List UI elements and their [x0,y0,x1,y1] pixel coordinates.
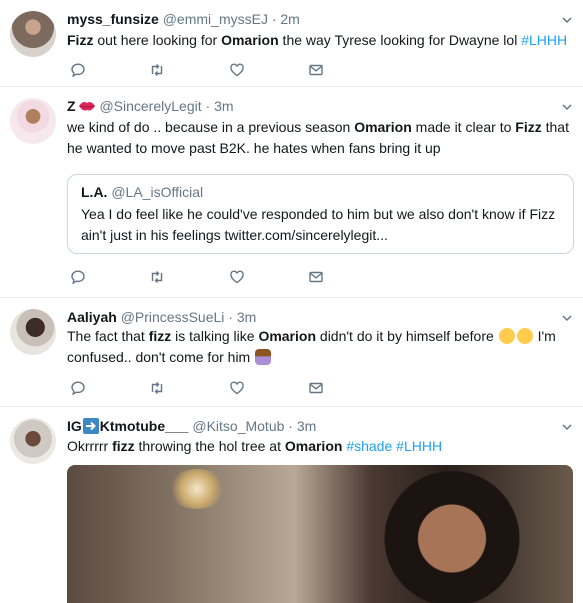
keyword: fizz [148,328,172,344]
hashtag-link[interactable]: #LHHH [521,32,567,48]
tweet[interactable]: IG Ktmotube___ @Kitso_Motub · 3m Okrrrrr … [0,407,583,603]
tweet-text: we kind of do .. because in a previous s… [67,119,569,156]
keyword: fizz [112,438,135,454]
quoted-tweet-header: L.A. @LA_isOfficial [81,184,203,200]
avatar[interactable] [10,418,56,464]
like-icon[interactable] [227,60,247,80]
tweet-header: Aaliyah @PrincessSueLi · 3m [67,308,256,326]
right-arrow-emoji-icon [82,418,99,434]
chevron-down-icon[interactable] [561,101,573,113]
quoted-tweet[interactable]: L.A. @LA_isOfficial Yea I do feel like h… [67,174,574,254]
tweet-header: Z @SincerelyLegit · 3m [67,97,234,115]
user-handle[interactable]: @SincerelyLegit [99,98,201,114]
chevron-down-icon[interactable] [561,312,573,324]
unamused-face-emoji-icon [516,328,533,344]
avatar[interactable] [10,11,56,57]
quoted-display-name: L.A. [81,184,108,200]
retweet-icon[interactable] [147,267,167,287]
media-image[interactable] [67,465,573,603]
chevron-down-icon[interactable] [561,14,573,26]
keyword: Omarion [221,32,279,48]
tweet[interactable]: Z @SincerelyLegit · 3m we kind of do .. … [0,87,583,298]
hashtag-link[interactable]: #LHHH [396,438,442,454]
timestamp[interactable]: 2m [280,11,299,27]
timestamp[interactable]: 3m [297,418,316,434]
dm-icon[interactable] [306,378,326,398]
display-name[interactable]: Ktmotube___ [100,418,189,434]
chandelier-graphic [167,469,227,509]
separator-dot: · [205,98,211,114]
user-handle[interactable]: @emmi_myssEJ [163,11,268,27]
timestamp[interactable]: 3m [214,98,233,114]
tweet-actions [67,267,367,287]
reply-icon[interactable] [68,60,88,80]
dm-icon[interactable] [306,60,326,80]
tweet-text: Fizz out here looking for Omarion the wa… [67,32,568,48]
quoted-tweet-text: Yea I do feel like he could've responded… [81,206,556,243]
like-icon[interactable] [227,267,247,287]
tweet-header: myss_funsize @emmi_myssEJ · 2m [67,10,300,28]
tweet-text: Okrrrrr fizz throwing the hol tree at Om… [67,438,443,454]
person-graphic [377,471,527,603]
display-name[interactable]: myss_funsize [67,11,159,27]
thinking-face-emoji-icon [498,328,515,344]
user-handle[interactable]: @Kitso_Motub [192,418,284,434]
tweet-actions [67,378,367,398]
hashtag-link[interactable]: #shade [346,438,392,454]
reply-icon[interactable] [68,267,88,287]
display-name-prefix[interactable]: IG [67,418,82,434]
keyword: Omarion [258,328,317,344]
display-name[interactable]: Z [67,98,76,114]
reply-icon[interactable] [68,378,88,398]
like-icon[interactable] [227,378,247,398]
separator-dot: · [288,418,293,434]
tweet[interactable]: myss_funsize @emmi_myssEJ · 2m Fizz out … [0,0,583,87]
chevron-down-icon[interactable] [561,421,573,433]
dm-icon[interactable] [306,267,326,287]
keyword: Fizz [515,119,542,135]
quoted-user-handle: @LA_isOfficial [111,184,204,200]
retweet-icon[interactable] [147,378,167,398]
keyword: Omarion [354,119,412,135]
separator-dot: · [271,11,277,27]
lips-emoji-icon [78,102,95,111]
display-name[interactable]: Aaliyah [67,309,117,325]
tweet[interactable]: Aaliyah @PrincessSueLi · 3m The fact tha… [0,298,583,407]
tweet-actions [67,60,367,80]
retweet-icon[interactable] [147,60,167,80]
tweet-header: IG Ktmotube___ @Kitso_Motub · 3m [67,417,316,435]
avatar[interactable] [10,98,56,144]
user-handle[interactable]: @PrincessSueLi [121,309,225,325]
tweet-text: The fact that fizz is talking like Omari… [67,328,556,365]
keyword: Omarion [284,438,343,454]
avatar[interactable] [10,309,56,355]
keyword: Fizz [67,32,94,48]
timestamp[interactable]: 3m [237,309,256,325]
person-tipping-hand-emoji-icon [255,349,272,365]
separator-dot: · [228,309,233,325]
